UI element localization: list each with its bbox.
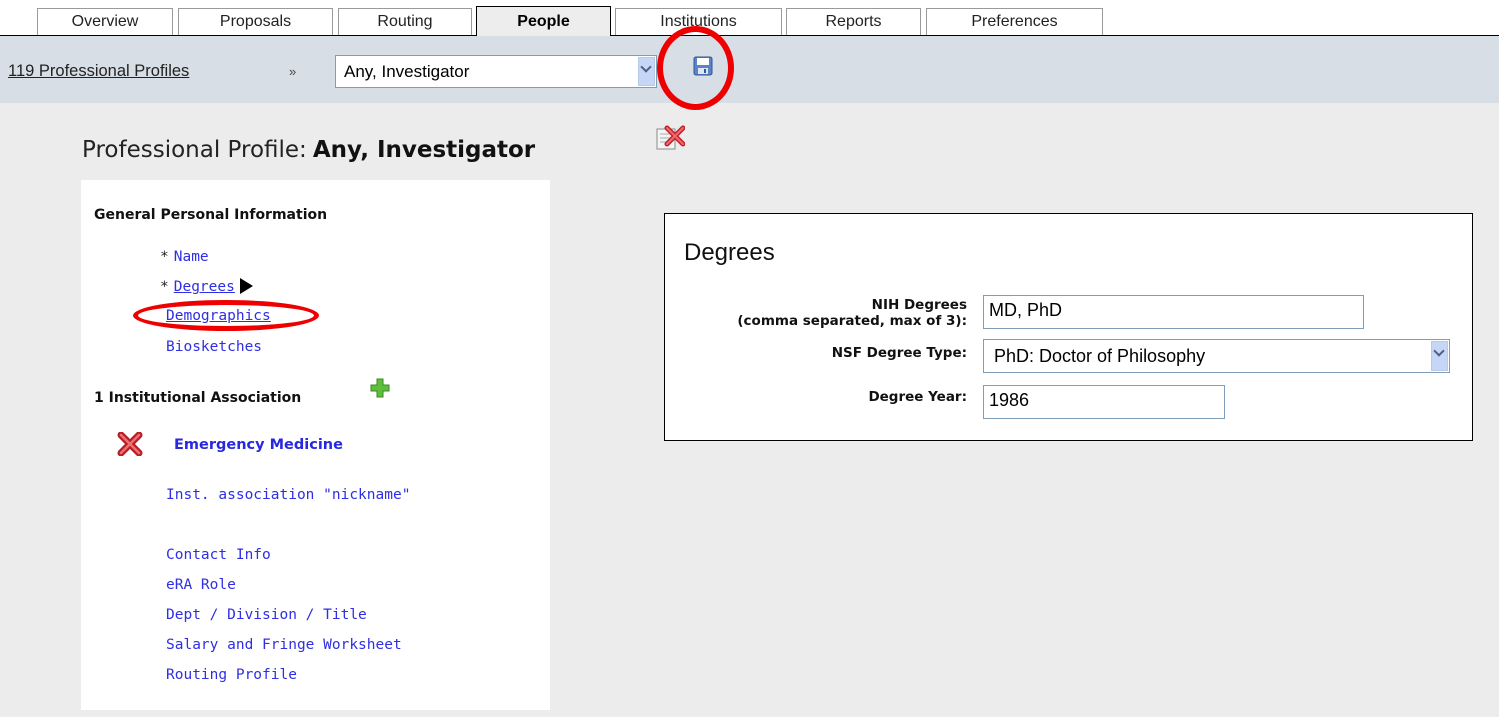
nav-salary-fringe-label: Salary and Fringe Worksheet [166, 637, 402, 653]
nav-dept-division-title-label: Dept / Division / Title [166, 607, 367, 623]
nav-degrees-label: Degrees [173, 279, 235, 295]
breadcrumb-separator: » [289, 64, 297, 79]
nsf-degree-type-select[interactable]: PhD: Doctor of Philosophy [983, 339, 1450, 373]
nav-demographics[interactable]: Demographics [166, 308, 271, 324]
nsf-degree-type-value: PhD: Doctor of Philosophy [994, 346, 1206, 366]
nav-demographics-label: Demographics [166, 308, 271, 324]
nav-inst-nickname[interactable]: Inst. association "nickname" [166, 487, 410, 503]
page-title: Professional Profile: Any, Investigator [82, 137, 535, 163]
tab-proposals[interactable]: Proposals [178, 8, 333, 35]
chevron-down-icon[interactable] [638, 57, 655, 86]
nih-degrees-value: MD, PhD [989, 300, 1063, 320]
nav-routing-profile-label: Routing Profile [166, 667, 297, 683]
nav-era-role[interactable]: eRA Role [166, 577, 236, 593]
nav-name[interactable]: * Name [160, 249, 209, 265]
nav-biosketches[interactable]: Biosketches [166, 339, 262, 355]
nav-biosketches-label: Biosketches [166, 339, 263, 355]
nav-name-label: Name [173, 249, 209, 265]
save-disk-icon[interactable] [693, 56, 713, 76]
institutional-association-heading: 1 Institutional Association [94, 390, 302, 406]
page-title-name: Any, Investigator [312, 137, 536, 163]
nav-contact-info-label: Contact Info [166, 547, 271, 563]
red-x-icon[interactable] [117, 432, 143, 456]
nav-dept-division-title[interactable]: Dept / Division / Title [166, 607, 367, 623]
degrees-panel: Degrees NIH Degrees (comma separated, ma… [664, 213, 1473, 441]
nih-degrees-label: NIH Degrees (comma separated, max of 3): [737, 297, 967, 329]
page-title-prefix: Professional Profile: [82, 137, 307, 163]
plus-icon[interactable] [369, 377, 391, 399]
nav-inst-nickname-label: Inst. association "nickname" [166, 487, 411, 503]
nih-degrees-label-line1: NIH Degrees [871, 297, 967, 313]
general-info-heading: General Personal Information [94, 207, 328, 223]
nsf-degree-type-label: NSF Degree Type: [831, 345, 967, 361]
nav-degrees[interactable]: * Degrees [160, 278, 253, 295]
delete-profile-icon[interactable] [655, 124, 685, 154]
tab-people[interactable]: People [476, 6, 611, 36]
main-tab-bar: Overview Proposals Routing People Instit… [0, 0, 1499, 36]
current-arrow-icon [239, 278, 253, 294]
degree-year-label: Degree Year: [868, 389, 967, 405]
tab-preferences[interactable]: Preferences [926, 8, 1103, 35]
degrees-title: Degrees [684, 239, 775, 266]
nih-degrees-label-line2: (comma separated, max of 3): [737, 313, 967, 329]
tab-routing[interactable]: Routing [338, 8, 472, 35]
profile-select[interactable]: Any, Investigator [335, 55, 657, 88]
breadcrumb-bar: 119 Professional Profiles » Any, Investi… [0, 36, 1499, 103]
institution-link[interactable]: Emergency Medicine [174, 437, 343, 453]
degree-year-input[interactable]: 1986 [983, 385, 1225, 419]
profile-select-value: Any, Investigator [344, 62, 470, 81]
tab-reports[interactable]: Reports [786, 8, 921, 35]
nav-contact-info[interactable]: Contact Info [166, 547, 271, 563]
tab-institutions[interactable]: Institutions [615, 8, 782, 35]
nav-routing-profile[interactable]: Routing Profile [166, 667, 297, 683]
nih-degrees-input[interactable]: MD, PhD [983, 295, 1364, 329]
tab-overview[interactable]: Overview [37, 8, 173, 35]
professional-profiles-link[interactable]: 119 Professional Profiles [8, 62, 189, 81]
degree-year-value: 1986 [989, 390, 1030, 410]
required-marker: * [160, 279, 169, 295]
nav-salary-fringe[interactable]: Salary and Fringe Worksheet [166, 637, 402, 653]
nav-era-role-label: eRA Role [166, 577, 236, 593]
chevron-down-icon[interactable] [1431, 341, 1448, 371]
required-marker: * [160, 249, 169, 265]
